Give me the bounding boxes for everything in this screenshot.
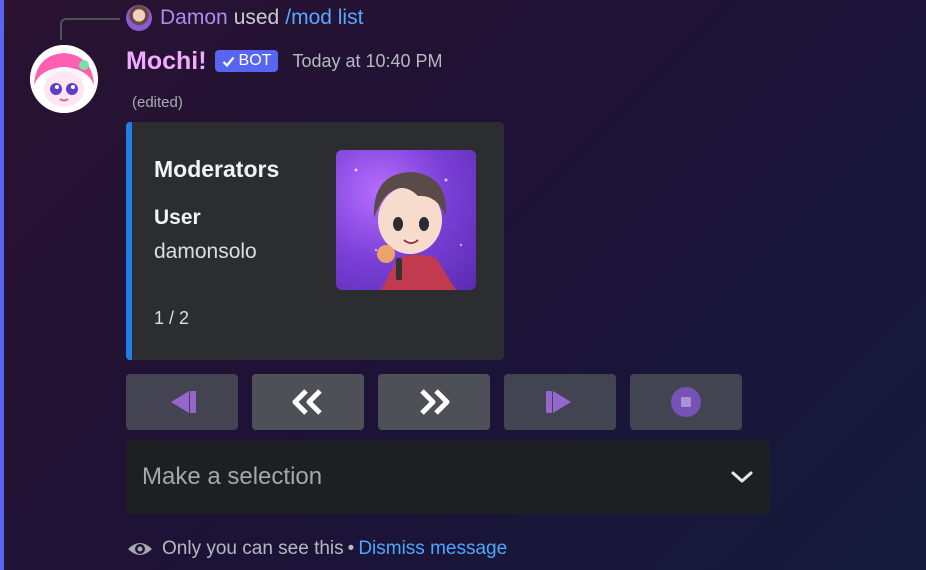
- dismiss-message-link[interactable]: Dismiss message: [358, 538, 507, 560]
- skip-end-icon: [546, 391, 571, 413]
- bot-tag-label: BOT: [238, 52, 272, 69]
- select-placeholder: Make a selection: [142, 463, 323, 490]
- reply-username[interactable]: Damon: [160, 6, 228, 30]
- bot-username[interactable]: Mochi!: [126, 47, 207, 76]
- embed-thumbnail[interactable]: [336, 150, 476, 290]
- embed-field-value: damonsolo: [154, 240, 257, 263]
- embed-card: Moderators User damonsolo 1 / 2: [126, 122, 504, 360]
- skip-start-icon: [171, 391, 196, 413]
- reply-used-text: used: [233, 6, 280, 29]
- ephemeral-notice: Only you can see this • Dismiss message: [126, 536, 507, 562]
- pagination-buttons: [126, 374, 742, 430]
- previous-page-button[interactable]: [252, 374, 364, 430]
- double-chevron-left-icon: [292, 389, 322, 415]
- edited-indicator: (edited): [132, 94, 183, 111]
- stop-button[interactable]: [630, 374, 742, 430]
- reply-command[interactable]: /mod list: [285, 6, 363, 30]
- message-timestamp[interactable]: Today at 10:40 PM: [292, 51, 442, 72]
- embed-title: Moderators: [154, 156, 280, 182]
- verified-check-icon: [222, 56, 234, 67]
- embed-footer: 1 / 2: [154, 308, 190, 328]
- first-page-button[interactable]: [126, 374, 238, 430]
- message-highlight-bar: [0, 0, 4, 570]
- double-chevron-right-icon: [420, 389, 450, 415]
- stop-icon: [671, 387, 701, 417]
- reply-avatar[interactable]: [126, 5, 152, 31]
- selection-dropdown[interactable]: Make a selection: [126, 440, 770, 514]
- ephemeral-text: Only you can see this: [162, 538, 344, 559]
- chevron-down-icon: [731, 471, 753, 483]
- command-reply-line: Damon used /mod list: [126, 4, 363, 32]
- embed-field-name: User: [154, 206, 201, 229]
- ephemeral-separator: •: [347, 538, 355, 559]
- reply-spine: [60, 18, 120, 40]
- bot-avatar[interactable]: [30, 45, 98, 113]
- message-header: Mochi! BOT Today at 10:40 PM: [126, 44, 443, 78]
- next-page-button[interactable]: [378, 374, 490, 430]
- eye-icon: [128, 543, 152, 555]
- last-page-button[interactable]: [504, 374, 616, 430]
- bot-tag: BOT: [214, 50, 279, 72]
